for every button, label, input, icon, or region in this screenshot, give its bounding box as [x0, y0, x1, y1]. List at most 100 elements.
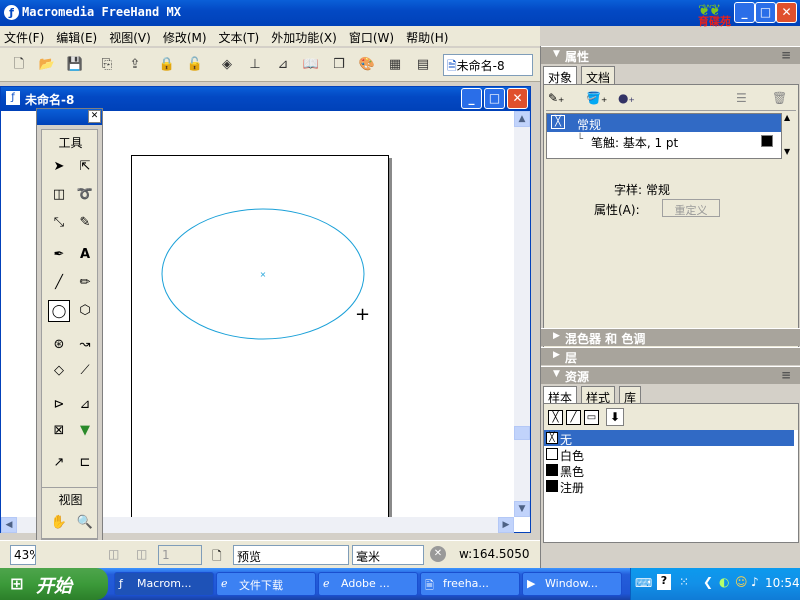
line-tool-icon[interactable]: ╱ — [48, 272, 70, 294]
start-button[interactable]: ⊞ 开始 — [0, 568, 108, 600]
list-scrollbar[interactable]: ▲ ▼ — [782, 113, 798, 159]
save-icon[interactable]: 💾 — [64, 54, 86, 76]
freeform-tool-icon[interactable]: ⊛ — [48, 334, 70, 356]
tools-panel-header[interactable]: ✕ — [37, 109, 102, 125]
polygon-tool-icon[interactable]: ⬡ — [74, 300, 96, 322]
add-page-icon[interactable]: 🗋 — [212, 547, 222, 568]
link-tool-icon[interactable]: ↗ — [48, 452, 70, 474]
swatch-grid-icon[interactable]: ▦ — [384, 54, 406, 76]
add-fill-icon[interactable]: 🪣₊ — [586, 91, 607, 105]
scroll-left-arrow-icon[interactable]: ◀ — [1, 517, 17, 533]
doc-minimize-button[interactable]: _ — [461, 88, 482, 109]
ellipse-tool-icon[interactable]: ◯ — [48, 300, 70, 322]
knife-tool-icon[interactable]: ⟋ — [74, 360, 96, 382]
group-icon[interactable]: ◈ — [216, 54, 238, 76]
both-swatch-icon[interactable]: ▭ — [584, 410, 599, 425]
add-stroke-icon[interactable]: ✎₊ — [548, 91, 564, 105]
list-up-arrow-icon[interactable]: ▲ — [784, 113, 790, 122]
pen-tool-icon[interactable]: ✒ — [48, 244, 70, 266]
mixer-header[interactable]: ▶ 混色器 和 色调 — [541, 328, 800, 346]
lock-icon[interactable]: 🔒 — [156, 54, 178, 76]
menu-window[interactable]: 窗口(W) — [345, 26, 398, 46]
panel-options-icon[interactable]: ≡ — [781, 48, 791, 62]
perspective-tool-icon[interactable]: ⊳ — [48, 394, 70, 416]
bezigon-tool-icon[interactable]: ↝ — [74, 334, 96, 356]
chart-tool-icon[interactable]: ⊏ — [74, 452, 96, 474]
delete-attr-icon[interactable]: 🗑 — [772, 91, 787, 105]
list-item[interactable]: └ 笔触: 基本, 1 pt — [547, 132, 781, 150]
menu-text[interactable]: 文本(T) — [215, 26, 264, 46]
task-adobe[interactable]: ℯ Adobe ... — [318, 572, 418, 596]
scroll-up-arrow-icon[interactable]: ▲ — [514, 111, 530, 127]
import-icon[interactable]: ⎘ — [96, 54, 118, 76]
pointer-tool-icon[interactable]: ➤ — [48, 156, 70, 178]
add-effect-icon[interactable]: ●₊ — [618, 91, 635, 105]
eyedropper-tool-icon[interactable]: ✎ — [74, 212, 96, 234]
app-titlebar[interactable]: ƒ Macromedia FreeHand MX ❦❦ 育碟苑 _ □ ✕ — [0, 0, 800, 28]
list-item[interactable]: 黑色 — [544, 462, 794, 479]
panel-options-icon[interactable]: ≡ — [781, 368, 791, 382]
pencil-tool-icon[interactable]: ✏ — [74, 272, 96, 294]
ime-tray-icon[interactable]: ⁙ — [679, 575, 689, 589]
transform-icon[interactable]: ⊿ — [272, 54, 294, 76]
menu-file[interactable]: 文件(F) — [0, 26, 48, 46]
task-freehand-doc[interactable]: 🗎 freeha... — [420, 572, 520, 596]
doc-maximize-button[interactable]: □ — [484, 88, 505, 109]
layers-icon[interactable]: ▤ — [412, 54, 434, 76]
assets-header[interactable]: ▼ 资源 ≡ — [541, 366, 800, 384]
layers-header[interactable]: ▶ 层 — [541, 347, 800, 365]
network-tray-icon[interactable]: ◐ — [719, 575, 729, 589]
list-item[interactable]: 白色 — [544, 446, 794, 463]
color-mixer-icon[interactable]: 🎨 — [356, 54, 378, 76]
gradient-tool-icon[interactable]: ▼ — [74, 420, 96, 442]
zoom-tool-icon[interactable]: 🔍 — [74, 512, 96, 534]
show-hidden-icons-icon[interactable]: ❮ — [703, 575, 713, 589]
hand-tool-icon[interactable]: ✋ — [48, 512, 70, 534]
clear-icon[interactable]: ✕ — [430, 546, 446, 562]
clock[interactable]: 10:54 — [765, 576, 800, 590]
keyboard-icon[interactable]: ⌨ — [635, 576, 652, 590]
stroke-color-swatch[interactable] — [761, 135, 773, 147]
redefine-button[interactable]: 重定义 — [662, 199, 720, 217]
units-select[interactable]: 毫米 — [352, 545, 424, 565]
scale-tool-icon[interactable]: ⤡ — [48, 212, 70, 234]
zoom-field[interactable]: 43% — [10, 545, 36, 565]
vertical-scroll-thumb[interactable] — [514, 426, 530, 440]
page-tool-icon[interactable]: ◫ — [48, 184, 70, 206]
tools-close-icon[interactable]: ✕ — [88, 110, 101, 123]
document-page[interactable]: × — [131, 155, 389, 519]
doc-close-button[interactable]: ✕ — [507, 88, 528, 109]
new-document-icon[interactable]: 🗋 — [8, 54, 30, 76]
open-folder-icon[interactable]: 📂 — [36, 54, 58, 76]
menu-view[interactable]: 视图(V) — [105, 26, 155, 46]
list-item[interactable]: ╳ 常规 — [547, 114, 781, 132]
minimize-button[interactable]: _ — [734, 2, 755, 23]
vertical-scrollbar[interactable]: ▲ ▼ — [514, 111, 530, 517]
next-page-icon[interactable]: ◫ — [136, 547, 147, 561]
menu-help[interactable]: 帮助(H) — [402, 26, 452, 46]
symbol-icon[interactable]: ❒ — [328, 54, 350, 76]
library-icon[interactable]: 📖 — [300, 54, 322, 76]
menu-modify[interactable]: 修改(M) — [159, 26, 211, 46]
trace-tool-icon[interactable]: ⊠ — [48, 420, 70, 442]
task-freehand[interactable]: ƒ Macrom... — [114, 572, 214, 596]
fill-swatch-icon[interactable]: ╳ — [548, 410, 563, 425]
page-number-field[interactable]: 1 — [158, 545, 202, 565]
list-down-arrow-icon[interactable]: ▼ — [784, 147, 790, 156]
lasso-tool-icon[interactable]: ➰ — [74, 184, 96, 206]
list-item[interactable]: 注册 — [544, 478, 794, 495]
text-tool-icon[interactable]: A — [74, 244, 96, 266]
volume-tray-icon[interactable]: ♪ — [751, 575, 759, 589]
align-icon[interactable]: ⊥ — [244, 54, 266, 76]
task-download[interactable]: ℯ 文件下载 — [216, 572, 316, 596]
close-button[interactable]: ✕ — [776, 2, 797, 23]
menu-xtras[interactable]: 外加功能(X) — [267, 26, 341, 46]
eraser-tool-icon[interactable]: ◇ — [48, 360, 70, 382]
scroll-right-arrow-icon[interactable]: ▶ — [498, 517, 514, 533]
menu-edit[interactable]: 编辑(E) — [52, 26, 101, 46]
swatch-dropdown-icon[interactable]: ⬇ — [606, 408, 624, 426]
messenger-tray-icon[interactable]: ☺ — [735, 575, 748, 589]
stroke-swatch-icon[interactable]: ╱ — [566, 410, 581, 425]
duplicate-attr-icon[interactable]: ☰ — [736, 91, 747, 105]
properties-header[interactable]: ▼ 属性 ≡ — [541, 46, 800, 64]
